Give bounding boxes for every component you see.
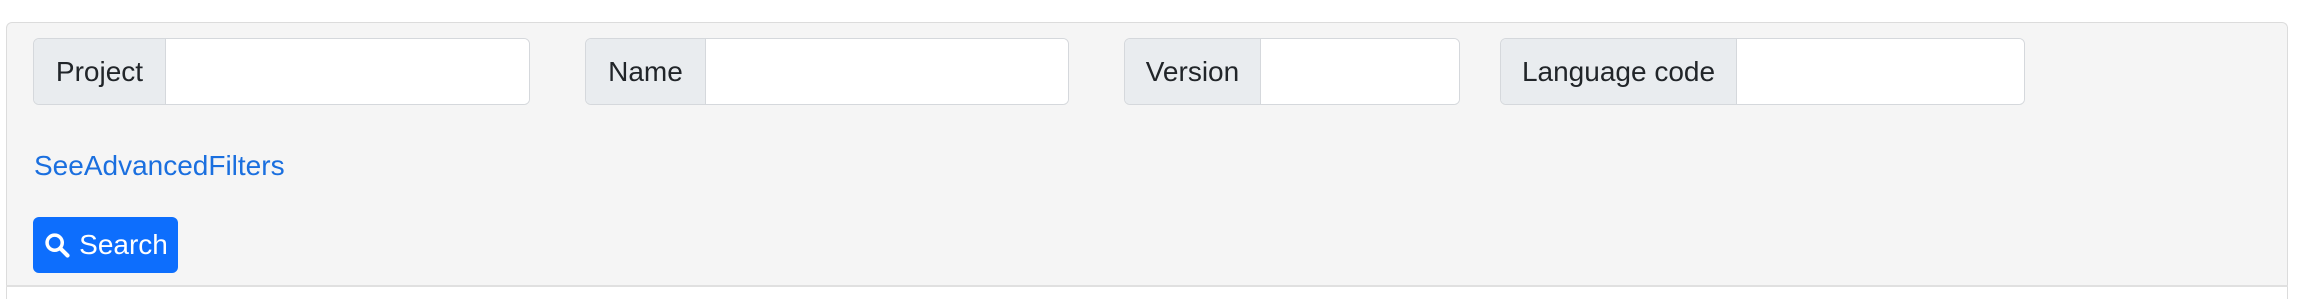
results-area — [6, 287, 2288, 299]
name-filter-group: Name — [585, 38, 1069, 105]
name-filter-label: Name — [586, 39, 706, 104]
language-code-filter-input[interactable] — [1737, 39, 2024, 104]
project-filter-group: Project — [33, 38, 530, 105]
see-advanced-filters-link[interactable]: SeeAdvancedFilters — [34, 150, 285, 182]
page: Project Name Version Language code SeeAd… — [0, 0, 2299, 299]
project-filter-input[interactable] — [166, 39, 529, 104]
search-button[interactable]: Search — [33, 217, 178, 273]
language-code-filter-group: Language code — [1500, 38, 2025, 105]
search-button-label: Search — [79, 229, 168, 260]
search-icon — [43, 231, 71, 259]
version-filter-input[interactable] — [1261, 39, 1459, 104]
version-filter-label: Version — [1125, 39, 1261, 104]
project-filter-label: Project — [34, 39, 166, 104]
version-filter-group: Version — [1124, 38, 1460, 105]
language-code-filter-label: Language code — [1501, 39, 1737, 104]
name-filter-input[interactable] — [706, 39, 1068, 104]
